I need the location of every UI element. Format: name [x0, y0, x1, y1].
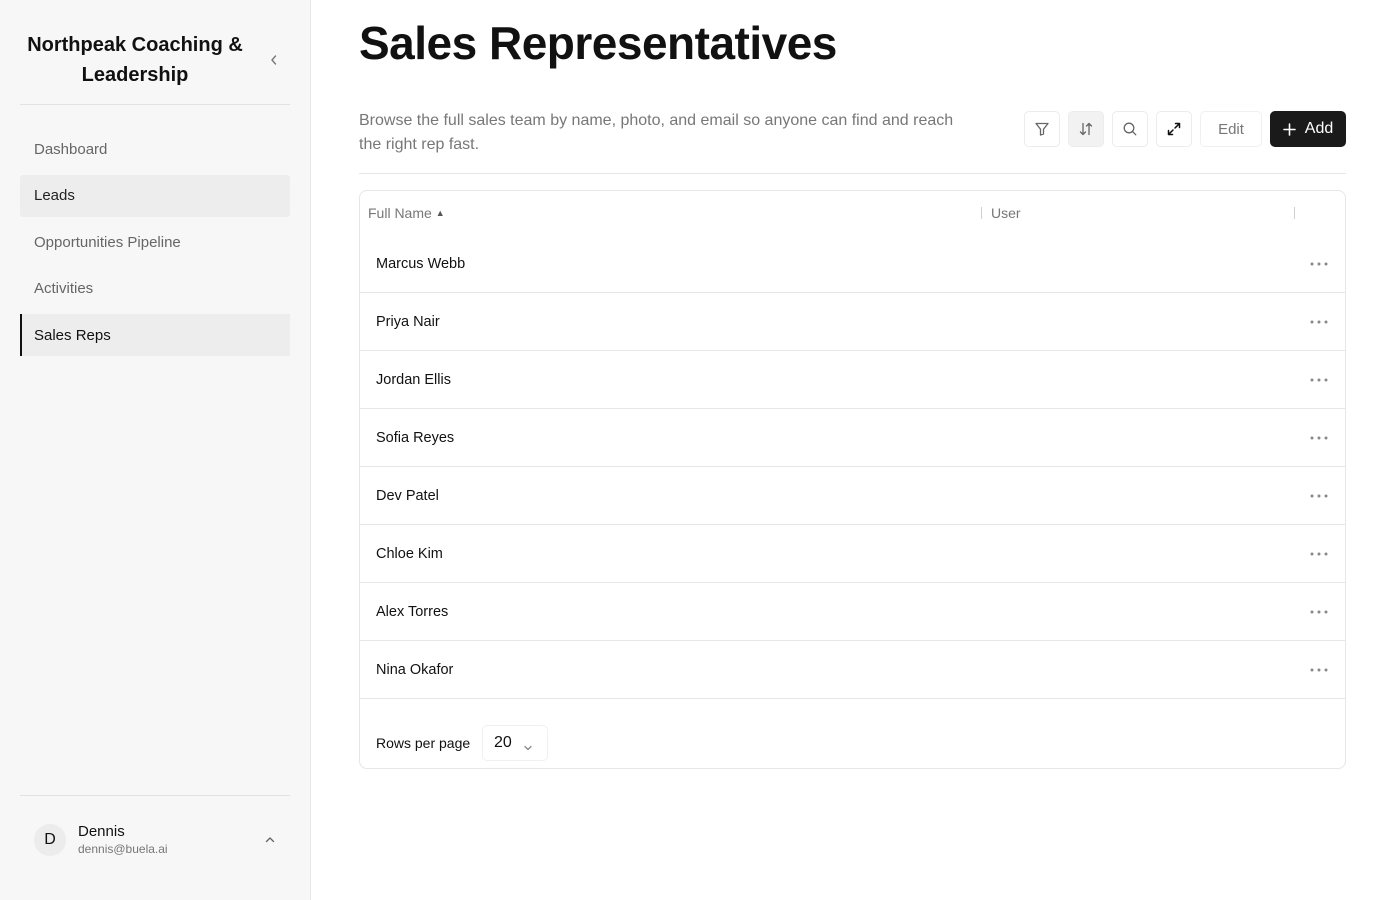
- add-button[interactable]: Add: [1270, 111, 1346, 147]
- plus-icon: [1282, 122, 1296, 136]
- sidebar: Northpeak Coaching & Leadership Dashboar…: [0, 0, 311, 900]
- column-header-user[interactable]: User: [991, 205, 1021, 221]
- column-header-full-name[interactable]: Full Name ▲: [368, 205, 445, 221]
- edit-button[interactable]: Edit: [1200, 111, 1262, 147]
- more-horizontal-icon: [1310, 378, 1328, 382]
- table-row[interactable]: Nina Okafor: [360, 641, 1345, 699]
- sidebar-item-activities[interactable]: Activities: [20, 268, 290, 310]
- cell-full-name: Marcus Webb: [376, 255, 466, 272]
- cell-full-name: Priya Nair: [376, 313, 440, 330]
- more-actions-button[interactable]: [1307, 487, 1331, 505]
- search-icon: [1123, 122, 1137, 136]
- more-horizontal-icon: [1310, 610, 1328, 614]
- table-row[interactable]: Dev Patel: [360, 467, 1345, 525]
- more-actions-button[interactable]: [1307, 661, 1331, 679]
- brand-name: Northpeak Coaching & Leadership: [27, 34, 243, 86]
- sidebar-item-opportunities-pipeline[interactable]: Opportunities Pipeline: [20, 221, 290, 263]
- header-divider: [359, 173, 1346, 174]
- more-horizontal-icon: [1310, 436, 1328, 440]
- chevron-left-icon: [271, 55, 277, 65]
- user-menu[interactable]: D Dennis dennis@buela.ai: [34, 822, 284, 858]
- column-resize-handle[interactable]: [1294, 207, 1295, 219]
- table-body: Marcus Webb Priya Nair Jordan Ellis Sofi…: [360, 235, 1345, 699]
- table-row[interactable]: Marcus Webb: [360, 235, 1345, 293]
- expand-button[interactable]: [1156, 111, 1192, 147]
- more-actions-button[interactable]: [1307, 371, 1331, 389]
- more-actions-button[interactable]: [1307, 313, 1331, 331]
- more-actions-button[interactable]: [1307, 603, 1331, 621]
- more-actions-button[interactable]: [1307, 429, 1331, 447]
- expand-icon: [1167, 122, 1181, 136]
- sort-button[interactable]: [1068, 111, 1104, 147]
- rows-per-page-select[interactable]: 20: [482, 725, 548, 761]
- more-actions-button[interactable]: [1307, 255, 1331, 273]
- table-row[interactable]: Alex Torres: [360, 583, 1345, 641]
- cell-full-name: Sofia Reyes: [376, 429, 455, 446]
- more-actions-button[interactable]: [1307, 545, 1331, 563]
- page-description: Browse the full sales team by name, phot…: [359, 112, 954, 153]
- sidebar-divider: [20, 795, 290, 796]
- table-row[interactable]: Jordan Ellis: [360, 351, 1345, 409]
- more-horizontal-icon: [1310, 494, 1328, 498]
- filter-button[interactable]: [1024, 111, 1060, 147]
- cell-full-name: Dev Patel: [376, 487, 439, 504]
- more-horizontal-icon: [1310, 668, 1328, 672]
- table-footer: Rows per page 20: [360, 700, 1345, 770]
- sort-ascending-icon: ▲: [435, 208, 445, 218]
- rows-per-page-value: 20: [494, 734, 512, 751]
- table-row[interactable]: Sofia Reyes: [360, 409, 1345, 467]
- table-header: Full Name ▲ User: [360, 191, 1345, 235]
- more-horizontal-icon: [1310, 262, 1328, 266]
- user-name: Dennis: [78, 823, 125, 840]
- add-button-label: Add: [1304, 120, 1334, 137]
- more-horizontal-icon: [1310, 320, 1328, 324]
- filter-icon: [1035, 122, 1049, 136]
- chevron-down-icon: [523, 739, 533, 757]
- collapse-sidebar-button[interactable]: [262, 48, 286, 72]
- cell-full-name: Nina Okafor: [376, 661, 454, 678]
- column-resize-handle[interactable]: [981, 207, 982, 219]
- avatar: D: [34, 824, 66, 856]
- sales-reps-table: Full Name ▲ User Marcus Webb Priya Nair …: [359, 190, 1346, 769]
- sort-icon: [1079, 122, 1093, 136]
- sidebar-divider: [20, 104, 290, 105]
- more-horizontal-icon: [1310, 552, 1328, 556]
- cell-full-name: Chloe Kim: [376, 545, 443, 562]
- sidebar-item-dashboard[interactable]: Dashboard: [20, 128, 290, 170]
- sidebar-item-sales-reps[interactable]: Sales Reps: [20, 314, 290, 356]
- cell-full-name: Alex Torres: [376, 603, 449, 620]
- cell-full-name: Jordan Ellis: [376, 371, 451, 388]
- user-email: dennis@buela.ai: [78, 842, 168, 856]
- sidebar-nav: Dashboard Leads Opportunities Pipeline A…: [20, 128, 290, 361]
- rows-per-page-label: Rows per page: [376, 735, 471, 751]
- chevron-up-icon: [264, 832, 276, 850]
- search-button[interactable]: [1112, 111, 1148, 147]
- page-title: Sales Representatives: [359, 17, 837, 69]
- table-row[interactable]: Priya Nair: [360, 293, 1345, 351]
- sidebar-item-leads[interactable]: Leads: [20, 174, 290, 217]
- table-row[interactable]: Chloe Kim: [360, 525, 1345, 583]
